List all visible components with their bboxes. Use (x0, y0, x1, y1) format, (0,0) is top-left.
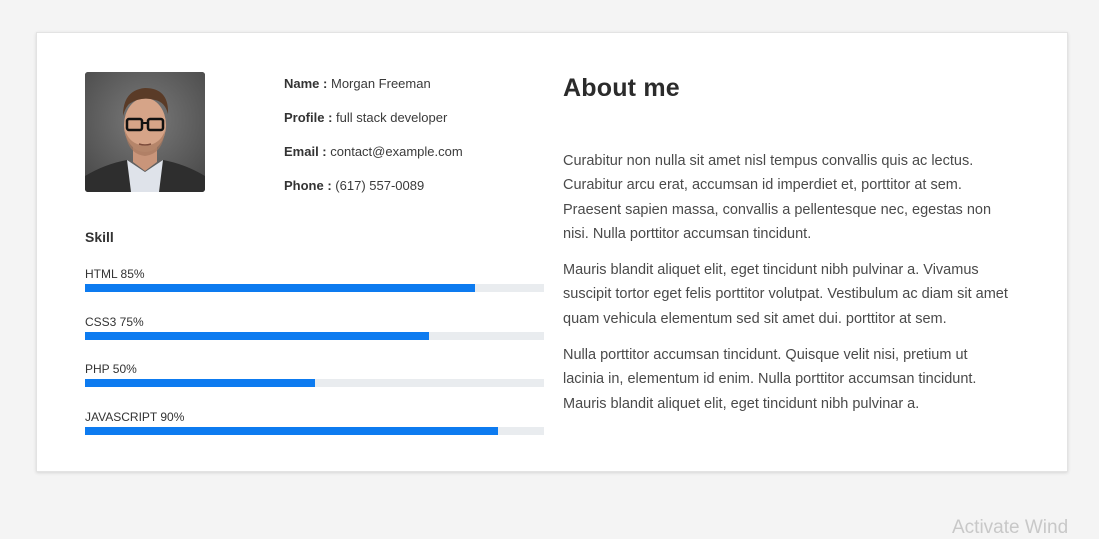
skill-progress-fill (85, 426, 499, 435)
phone-label: Phone : (284, 178, 332, 193)
email-value: contact@example.com (330, 144, 463, 159)
skill-item-php: PHP 50% (85, 362, 544, 410)
skill-item-html: HTML 85% (85, 267, 544, 315)
name-label: Name : (284, 76, 328, 91)
profile-value: full stack developer (336, 110, 448, 125)
skill-label: HTML 85% (85, 267, 145, 281)
person-portrait-image (85, 72, 205, 192)
profile-row: Profile : full stack developer (284, 109, 544, 143)
skill-heading: Skill (85, 229, 114, 245)
skill-label: JAVASCRIPT 90% (85, 409, 185, 424)
skill-label: PHP 50% (85, 362, 137, 376)
email-label: Email : (284, 144, 327, 159)
phone-value: (617) 557-0089 (335, 178, 425, 193)
skill-item-css3: CSS3 75% (85, 315, 544, 363)
activate-windows-watermark: Activate Wind (952, 517, 1069, 538)
skill-progress-fill (85, 331, 430, 340)
contact-info: Name : Morgan Freeman Profile : full sta… (284, 75, 544, 211)
skill-progress-track (85, 426, 544, 435)
skill-item-javascript: JAVASCRIPT 90% (85, 410, 544, 458)
name-value: Morgan Freeman (330, 76, 431, 91)
about-paragraph: Curabitur non nulla sit amet nisl tempus… (563, 153, 992, 242)
about-text: Curabitur non nulla sit amet nisl tempus… (563, 149, 1011, 428)
about-heading: About me (563, 74, 680, 102)
profile-label: Profile : (284, 110, 333, 125)
email-row: Email : contact@example.com (284, 143, 544, 177)
skill-progress-fill (85, 379, 315, 387)
about-paragraph: Mauris blandit aliquet elit, eget tincid… (563, 262, 1008, 327)
skill-label: CSS3 75% (85, 314, 144, 329)
profile-card: Name : Morgan Freeman Profile : full sta… (36, 32, 1068, 472)
skill-progress-track (85, 331, 544, 340)
profile-photo (85, 72, 205, 192)
skill-progress-fill (85, 284, 476, 292)
about-paragraph: Nulla porttitor accumsan tincidunt. Quis… (563, 347, 977, 412)
skill-progress-track (85, 284, 544, 292)
skills-list: HTML 85% CSS3 75% PHP 50% JAVASCRIPT 90% (85, 267, 544, 457)
name-row: Name : Morgan Freeman (284, 75, 544, 109)
skill-progress-track (85, 379, 544, 387)
phone-row: Phone : (617) 557-0089 (284, 177, 544, 211)
